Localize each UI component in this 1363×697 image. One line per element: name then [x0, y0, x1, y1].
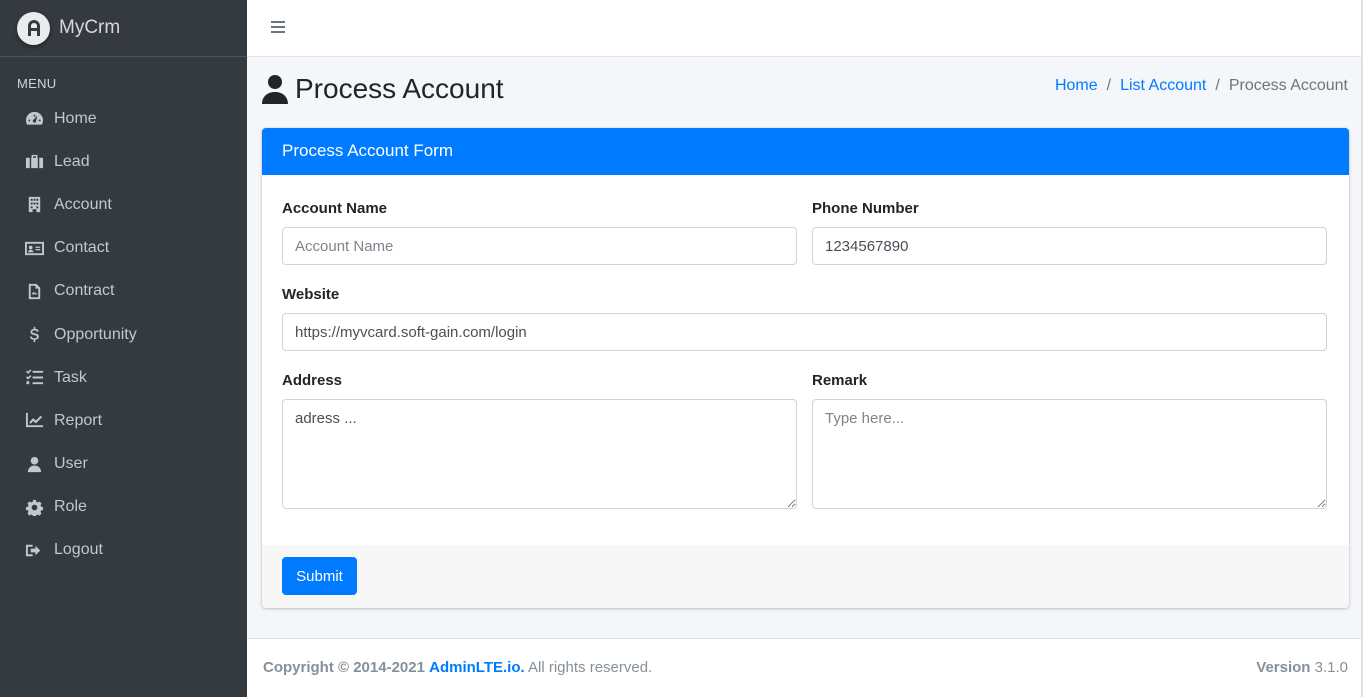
address-label: Address: [282, 372, 343, 389]
tasks-icon: [24, 369, 45, 387]
sidebar-item-label: Report: [54, 411, 103, 429]
phone-number-input[interactable]: [812, 227, 1327, 265]
adminlte-link[interactable]: AdminLTE.io.: [429, 659, 525, 676]
sidebar-item-lead[interactable]: Lead: [0, 140, 247, 183]
remark-textarea[interactable]: [812, 399, 1327, 509]
phone-number-label: Phone Number: [812, 200, 919, 217]
file-contract-icon: [24, 282, 45, 300]
address-card-icon: [24, 239, 45, 257]
chart-line-icon: [24, 412, 45, 430]
card-header: Process Account Form: [262, 128, 1349, 175]
sidebar-item-report[interactable]: Report: [0, 399, 247, 442]
sidebar-item-logout[interactable]: Logout: [0, 529, 247, 572]
sidebar-item-role[interactable]: Role: [0, 486, 247, 529]
sidebar-item-user[interactable]: User: [0, 443, 247, 486]
sidebar-item-home[interactable]: Home: [0, 97, 247, 140]
user-icon: [262, 74, 288, 104]
account-name-input[interactable]: [282, 227, 797, 265]
page-footer: Copyright © 2014-2021 AdminLTE.io. All r…: [247, 638, 1363, 697]
page-title: Process Account: [262, 73, 504, 105]
sidebar-item-contact[interactable]: Contact: [0, 227, 247, 270]
website-input[interactable]: [282, 313, 1327, 351]
building-icon: [24, 196, 45, 214]
rights-text: All rights reserved.: [524, 659, 653, 676]
sidebar-item-label: Logout: [54, 541, 103, 559]
sidebar-item-label: Role: [54, 498, 87, 516]
user-icon: [24, 455, 45, 473]
top-navbar: [247, 0, 1363, 57]
sidebar-item-opportunity[interactable]: Opportunity: [0, 313, 247, 356]
page-title-text: Process Account: [295, 73, 504, 104]
version-label: Version: [1256, 659, 1311, 676]
sidebar-item-label: Account: [54, 195, 112, 213]
account-name-label: Account Name: [282, 200, 388, 217]
sidebar-item-contract[interactable]: Contract: [0, 270, 247, 313]
briefcase-icon: [24, 153, 45, 171]
breadcrumb-current: Process Account: [1228, 77, 1348, 94]
brand-link[interactable]: MyCrm: [0, 0, 247, 57]
breadcrumb-home[interactable]: Home: [1055, 77, 1098, 95]
submit-button[interactable]: Submit: [282, 557, 357, 595]
sidebar-item-account[interactable]: Account: [0, 183, 247, 226]
sidebar: MyCrm MENU Home Lead Account Contact Con…: [0, 0, 247, 697]
tachometer-icon: [24, 110, 45, 128]
sidebar-item-label: Opportunity: [54, 325, 137, 343]
sidebar-item-label: Task: [54, 368, 87, 386]
brand-name: MyCrm: [59, 17, 121, 38]
card-body: Account Name Phone Number Website Addres…: [262, 175, 1349, 545]
sign-out-icon: [24, 541, 45, 559]
content-header: Process Account Home / List Account / Pr…: [247, 57, 1348, 127]
copyright-text: Copyright © 2014-2021: [263, 659, 425, 676]
footer-copyright: Copyright © 2014-2021 AdminLTE.io. All r…: [263, 659, 652, 676]
sidebar-item-label: Contact: [54, 239, 110, 257]
adminlte-logo-icon: [17, 11, 50, 45]
sidebar-item-label: Lead: [54, 152, 90, 170]
card-footer: Submit: [262, 545, 1349, 608]
menu-header: MENU: [17, 76, 57, 91]
address-textarea[interactable]: adress ...: [282, 399, 797, 509]
process-account-card: Process Account Form Account Name Phone …: [262, 128, 1349, 608]
website-label: Website: [282, 286, 340, 303]
dollar-icon: [24, 326, 45, 344]
sidebar-item-label: Contract: [54, 282, 115, 300]
breadcrumb: Home / List Account / Process Account: [1055, 77, 1348, 95]
remark-label: Remark: [812, 372, 868, 389]
version-value: 3.1.0: [1310, 659, 1348, 676]
sidebar-item-label: Home: [54, 109, 97, 127]
sidebar-item-task[interactable]: Task: [0, 356, 247, 399]
gear-icon: [24, 498, 45, 516]
sidebar-item-label: User: [54, 455, 88, 473]
footer-version: Version 3.1.0: [1256, 659, 1348, 676]
breadcrumb-list-account[interactable]: List Account: [1120, 77, 1206, 95]
hamburger-menu-icon[interactable]: [271, 21, 285, 35]
breadcrumb-separator: /: [1106, 77, 1112, 94]
breadcrumb-separator: /: [1215, 77, 1220, 94]
